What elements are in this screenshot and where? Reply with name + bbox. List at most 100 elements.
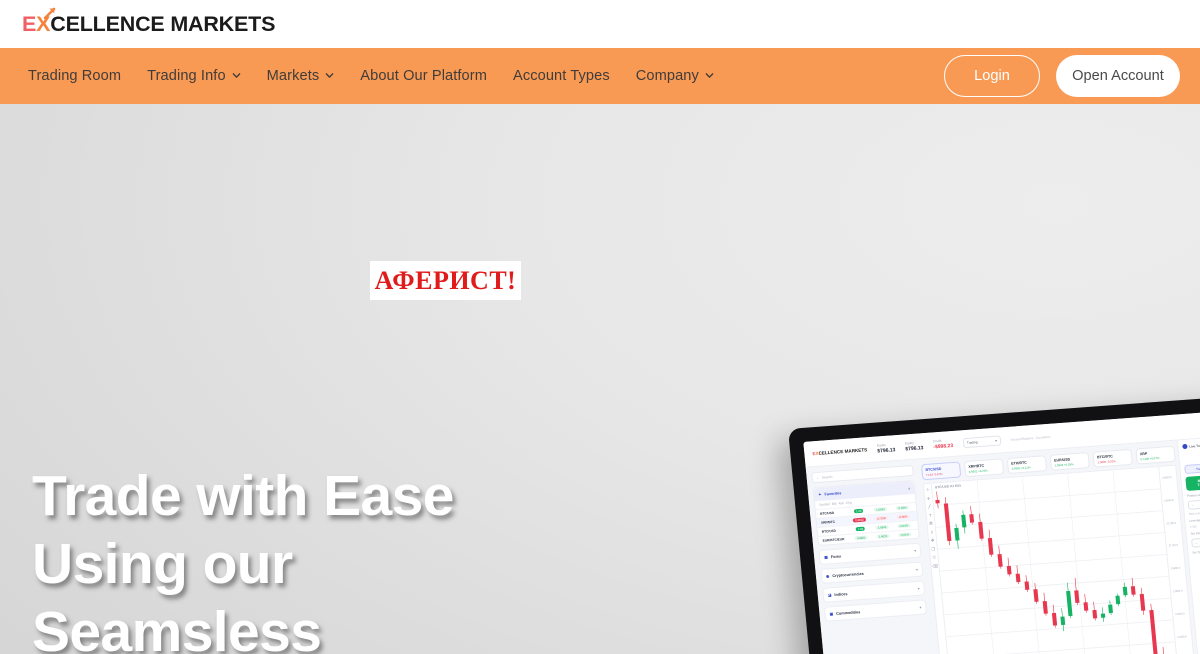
logo-wordmark: CELLENCE MARKETS <box>50 11 276 36</box>
col-ask: Ask <box>838 501 844 506</box>
row-ask: 1.4023 <box>876 533 890 539</box>
stop-loss-stepper[interactable]: − — + <box>1191 533 1200 548</box>
stat-equity-2: Equity $796.13 <box>905 440 924 453</box>
chevron-down-icon <box>325 71 334 80</box>
decrement-icon[interactable]: − <box>1192 503 1194 507</box>
quote-tab[interactable]: ETH/BTC 0.0581 +0.11% <box>1006 455 1048 474</box>
section-label: Commodities <box>835 609 861 616</box>
trendline-icon[interactable]: ╱ <box>928 504 931 509</box>
nav-label: Trading Info <box>147 68 226 84</box>
stat-credit: Credit -$998.23 <box>933 438 954 451</box>
search-placeholder: Search <box>821 474 833 480</box>
cursor-icon[interactable]: ⊹ <box>926 487 930 492</box>
quote-tab[interactable]: XRP 0.7108 +0.07% <box>1135 445 1176 465</box>
account-select-value: Trading <box>966 439 978 445</box>
nav-label: Company <box>635 68 699 84</box>
nav-links: Trading Room Trading Info Markets About … <box>28 68 714 84</box>
row-ask: 1.0943 <box>875 524 889 530</box>
star-icon: ✦ <box>818 492 822 497</box>
quantity-stepper[interactable]: − 1.0 + <box>1187 496 1200 510</box>
status-badge: АФЕРИСТ! <box>370 261 521 300</box>
sidebar-item-commodities[interactable]: ▣ Commodities ▾ <box>823 599 928 622</box>
search-icon: ⌕ <box>816 475 819 480</box>
col-chg: Chg <box>845 500 852 505</box>
row-symbol: BTC/USD <box>821 528 837 534</box>
crosshair-icon[interactable]: ✛ <box>927 495 931 500</box>
grid-icon: ▦ <box>824 555 829 560</box>
candlestick-chart[interactable]: BTC/USD H1 M15 <box>931 465 1183 654</box>
row-ask: 1.0943 <box>873 506 887 512</box>
chevron-down-icon <box>705 71 714 80</box>
fib-icon[interactable]: ⌘ <box>929 521 933 526</box>
nav-item-trading-room[interactable]: Trading Room <box>28 68 121 84</box>
chart-svg <box>933 470 1175 654</box>
nav-item-trading-info[interactable]: Trading Info <box>147 68 241 84</box>
section-label: Indices <box>834 591 848 597</box>
order-mode-toggle[interactable]: Trade Pending <box>1184 460 1200 475</box>
chevron-down-icon: ▾ <box>913 548 917 553</box>
account-select[interactable]: Trading ▾ <box>962 434 1002 448</box>
webtrader-screen: E X CELLENCE MARKETS Equity $796.13 Equity… <box>803 409 1200 654</box>
stop-loss-toggle-label: Set Stop Loss <box>1190 530 1200 536</box>
price-tick: 21540.0 <box>1175 612 1185 616</box>
selected-pair: 0 BTC/USD <box>1183 447 1200 462</box>
price-tick: 21660.0 <box>1170 566 1181 571</box>
account-label: Live Trading Account <box>1189 442 1200 449</box>
layers-icon[interactable]: ❐ <box>931 546 935 551</box>
text-icon[interactable]: T <box>929 512 932 517</box>
headline-line-3: Seamsless <box>32 600 322 654</box>
page-title: Trade with Ease Using our Seamsless WebT… <box>32 462 454 654</box>
arrow-up-right-icon <box>43 1 57 19</box>
order-mode-trade[interactable]: Trade <box>1184 462 1200 475</box>
headline-line-1: Trade with Ease <box>32 464 454 528</box>
row-symbol: BTC/USD <box>819 510 835 516</box>
chevron-down-icon: ▾ <box>995 438 997 443</box>
magnet-icon[interactable]: ✥ <box>931 538 935 543</box>
top-logo-bar: E X CELLENCE MARKETS <box>0 0 1200 48</box>
hero-section: E X CELLENCE MARKETS Equity $796.13 Equity… <box>0 104 1200 654</box>
measure-icon[interactable]: ⇳ <box>930 529 934 534</box>
row-symbol: EUR/BTC/EUR <box>822 537 845 543</box>
status-dot-icon <box>1182 443 1188 450</box>
nav-item-company[interactable]: Company <box>636 68 714 84</box>
chart-icon: ◪ <box>827 593 832 598</box>
coin-icon: ◉ <box>825 574 830 579</box>
col-symbol: Symbol <box>819 502 831 507</box>
col-bid: Bid <box>831 501 837 506</box>
nav-item-markets[interactable]: Markets <box>267 68 335 84</box>
nav-item-about-our-platform[interactable]: About Our Platform <box>360 68 487 84</box>
quantity-label: Position size <box>1186 492 1200 498</box>
quote-tab[interactable]: EUR/USD 1.0943 +0.03% <box>1049 452 1091 471</box>
lock-icon[interactable]: ⚿ <box>932 555 936 560</box>
open-account-button[interactable]: Open Account <box>1056 55 1180 97</box>
chart-area: ⊹ ✛ ╱ T ⌘ ⇳ ✥ ❐ ⚿ ⌫ BTC/USD H1 M15 21900… <box>922 464 1200 654</box>
brand-logo[interactable]: E X CELLENCE MARKETS <box>22 7 276 37</box>
price-tick: 21780.0 <box>1166 521 1177 526</box>
chart-panel: BTC/USD 71.44 -0.67% XRP/BTC 0.6602 +0.2… <box>917 441 1200 654</box>
chevron-up-icon: ▴ <box>908 485 911 490</box>
take-profit-toggle-label: Set Take Profit <box>1192 549 1200 555</box>
buy-button[interactable]: BUY 71.44 <box>1185 474 1200 491</box>
quote-tab[interactable]: XRP/BTC 0.6602 +0.21% <box>963 458 1005 478</box>
nav-label: Trading Room <box>28 68 122 84</box>
platform-logo-c: CELLENCE MARKETS <box>818 447 868 456</box>
section-label: Forex <box>830 553 842 559</box>
account-chip[interactable]: Live Trading Account ▾ <box>1182 439 1200 450</box>
login-button[interactable]: Login <box>944 55 1040 97</box>
section-label: Favorites <box>824 490 842 496</box>
stat-value: $796.13 <box>877 447 896 455</box>
row-chg: -0.01% <box>897 532 912 538</box>
decrement-icon[interactable]: − <box>1195 541 1197 545</box>
trash-icon[interactable]: ⌫ <box>932 563 938 568</box>
price-tick: 21720.0 <box>1168 544 1179 548</box>
quote-sub: 1.0000 -0.02% <box>1097 458 1116 464</box>
quote-sub: 0.0581 +0.11% <box>1011 464 1031 471</box>
section-label: Cryptocurrencies <box>832 571 864 578</box>
quote-tab[interactable]: BTC/BTC 1.0000 -0.02% <box>1092 448 1133 468</box>
row-chg: -0.06% <box>896 514 910 520</box>
nav-item-account-types[interactable]: Account Types <box>513 68 610 84</box>
quote-tab[interactable]: BTC/USD 71.44 -0.67% <box>920 461 962 481</box>
landing-page: E X CELLENCE MARKETS Trading Room Trading … <box>0 0 1200 654</box>
main-navigation: Trading Room Trading Info Markets About … <box>0 48 1200 104</box>
stat-equity-1: Equity $796.13 <box>877 442 896 455</box>
